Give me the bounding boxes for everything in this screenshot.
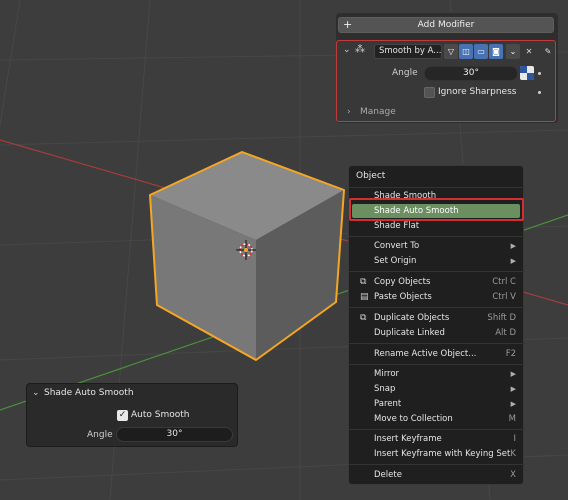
modifier-name-field[interactable]: Smooth by A... — [374, 44, 442, 59]
collapse-chevron-icon[interactable]: ⌄ — [32, 388, 40, 398]
funnel-icon[interactable]: ▽ — [444, 44, 458, 59]
viewport-display-icon[interactable]: ▭ — [474, 44, 488, 59]
submenu-arrow-icon: ▶ — [510, 385, 516, 393]
submenu-arrow-icon: ▶ — [510, 257, 516, 265]
menu-divider — [349, 236, 525, 237]
auto-smooth-label: Auto Smooth — [131, 410, 190, 420]
close-icon[interactable]: ✕ — [522, 44, 536, 59]
menu-item-move-to-collection[interactable]: Move to Collection M — [352, 412, 520, 426]
menu-item-convert-to[interactable]: Convert To ▶ — [352, 239, 520, 253]
submenu-arrow-icon: ▶ — [510, 242, 516, 250]
menu-item-duplicate-linked[interactable]: Duplicate Linked Alt D — [352, 326, 520, 340]
collapse-chevron-icon[interactable]: ⌄ — [343, 45, 351, 55]
menu-item-insert-keyframe[interactable]: Insert Keyframe I — [352, 432, 520, 446]
geometry-nodes-icon: ⁂ — [355, 44, 365, 55]
render-camera-icon[interactable]: ◙ — [489, 44, 503, 59]
menu-divider — [349, 307, 525, 308]
menu-divider — [349, 464, 525, 465]
menu-item-copy-objects[interactable]: ⧉ Copy Objects Ctrl C — [352, 275, 520, 289]
menu-divider — [349, 429, 525, 430]
menu-divider — [349, 364, 525, 365]
auto-smooth-checkbox[interactable]: ✓ — [117, 410, 128, 421]
plus-icon: + — [343, 18, 353, 31]
menu-item-parent[interactable]: Parent ▶ — [352, 397, 520, 411]
menu-divider — [349, 343, 525, 344]
menu-divider — [349, 187, 525, 188]
checker-icon[interactable] — [520, 66, 534, 80]
menu-divider — [349, 271, 525, 272]
ignore-sharpness-label: Ignore Sharpness — [438, 87, 517, 97]
menu-item-shade-flat[interactable]: Shade Flat — [352, 219, 520, 233]
chevron-right-icon[interactable]: › — [347, 107, 351, 117]
keyframe-dot-icon[interactable] — [538, 72, 541, 75]
dropdown-chevron-icon[interactable]: ⌄ — [506, 44, 520, 59]
modifier-panel: + Add Modifier ⌄ ⁂ Smooth by A... ▽ ◫ ▭ … — [336, 13, 558, 123]
keyframe-dot-icon[interactable] — [538, 91, 541, 94]
menu-item-duplicate-objects[interactable]: ⧉ Duplicate Objects Shift D — [352, 311, 520, 325]
paste-icon: ▤ — [360, 292, 369, 302]
menu-item-insert-keyframe-keying-set[interactable]: Insert Keyframe with Keying Set K — [352, 447, 520, 461]
modifier-header: ⌄ ⁂ Smooth by A... ▽ ◫ ▭ ◙ ⌄ ✕ ✎ — [341, 44, 553, 60]
submenu-arrow-icon: ▶ — [510, 400, 516, 408]
operation-title: Shade Auto Smooth — [44, 388, 134, 398]
add-modifier-button[interactable]: + Add Modifier — [338, 17, 554, 33]
menu-item-mirror[interactable]: Mirror ▶ — [352, 367, 520, 381]
menu-title: Object — [356, 171, 386, 181]
menu-item-paste-objects[interactable]: ▤ Paste Objects Ctrl V — [352, 290, 520, 304]
duplicate-icon: ⧉ — [360, 313, 367, 323]
menu-item-rename-active-object[interactable]: Rename Active Object... F2 — [352, 347, 520, 361]
highlight-annotation-frame — [349, 198, 524, 221]
manage-panel-label[interactable]: Manage — [360, 107, 396, 117]
copy-icon: ⧉ — [360, 277, 367, 287]
menu-item-snap[interactable]: Snap ▶ — [352, 382, 520, 396]
pin-icon[interactable]: ✎ — [541, 44, 555, 59]
submenu-arrow-icon: ▶ — [510, 370, 516, 378]
angle-field[interactable]: 30° — [116, 427, 233, 442]
adjust-last-operation-panel: ⌄ Shade Auto Smooth ✓ Auto Smooth Angle … — [26, 383, 238, 447]
menu-item-delete[interactable]: Delete X — [352, 468, 520, 482]
angle-label: Angle — [392, 68, 418, 78]
angle-field[interactable]: 30° — [424, 66, 518, 81]
smooth-by-angle-modifier: ⌄ ⁂ Smooth by A... ▽ ◫ ▭ ◙ ⌄ ✕ ✎ Angle 3… — [336, 40, 556, 122]
add-modifier-label: Add Modifier — [417, 20, 475, 30]
ignore-sharpness-checkbox[interactable] — [424, 87, 435, 98]
edit-mode-toggle-icon[interactable]: ◫ — [459, 44, 473, 59]
menu-item-set-origin[interactable]: Set Origin ▶ — [352, 254, 520, 268]
angle-label: Angle — [87, 430, 113, 440]
